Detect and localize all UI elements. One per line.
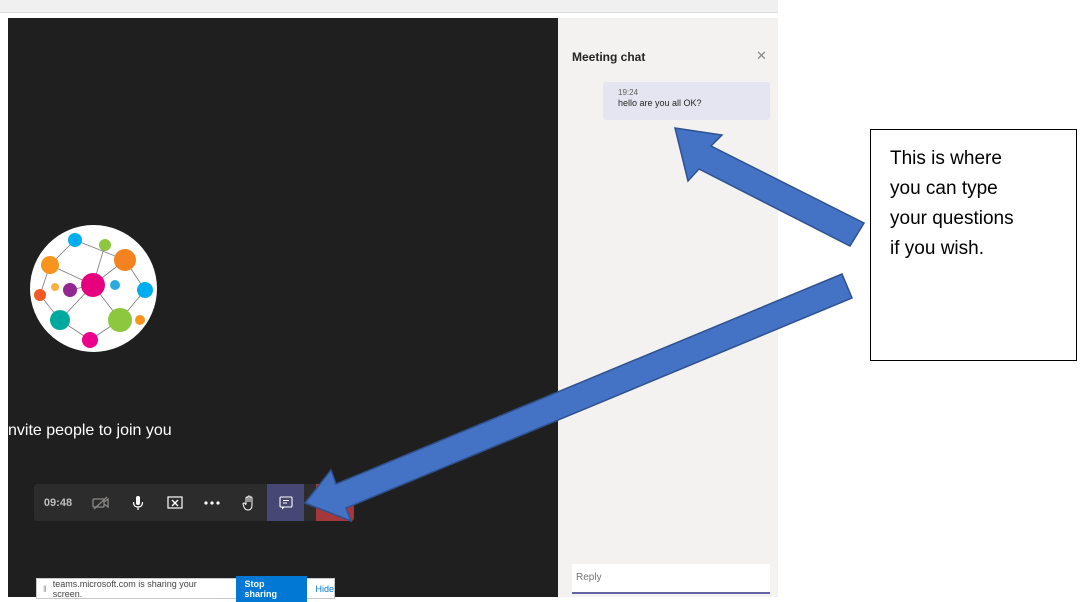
reply-input[interactable] <box>572 564 756 590</box>
chat-title: Meeting chat <box>572 50 646 64</box>
hide-link[interactable]: Hide <box>315 584 334 594</box>
raise-hand-icon <box>241 494 252 511</box>
chat-message: 19:24 hello are you all OK? <box>603 82 770 120</box>
more-actions-button[interactable] <box>193 484 230 521</box>
hang-up-icon <box>327 500 343 506</box>
share-message: teams.microsoft.com is sharing your scre… <box>52 578 197 599</box>
stop-share-button[interactable] <box>156 484 193 521</box>
more-icon <box>203 500 220 505</box>
callout-line: This is where <box>890 148 1002 169</box>
call-timer: 09:48 <box>43 496 73 509</box>
browser-strip <box>0 0 778 13</box>
share-screen-icon <box>166 495 183 509</box>
meeting-chat-panel: Meeting chat ✕ 19:24 hello are you all O… <box>558 18 778 597</box>
close-icon[interactable]: ✕ <box>756 48 767 64</box>
callout-text: This is where you can type your question… <box>890 144 1070 264</box>
camera-off-icon <box>91 496 109 509</box>
stop-sharing-button[interactable]: Stop sharing <box>235 575 308 602</box>
chat-button[interactable] <box>267 484 304 521</box>
screen-share-bar: ‖ teams.microsoft.com is sharing your sc… <box>36 575 335 602</box>
message-time: 19:24 <box>618 88 639 97</box>
instruction-callout: This is where you can type your question… <box>870 129 1077 361</box>
chat-icon <box>278 495 293 509</box>
callout-line: you can type <box>890 178 998 199</box>
invite-people-text[interactable]: nvite people to join you <box>8 422 172 440</box>
camera-toggle-button[interactable] <box>82 484 119 521</box>
hang-up-button[interactable] <box>316 484 354 521</box>
callout-line: your questions <box>890 208 1014 229</box>
network-logo-icon <box>34 233 153 348</box>
microphone-icon <box>132 495 143 510</box>
drag-handle-icon[interactable]: ‖ <box>43 584 47 594</box>
microphone-button[interactable] <box>119 484 156 521</box>
reply-box[interactable] <box>572 564 770 594</box>
meeting-stage: nvite people to join you 09:48 <box>8 18 558 597</box>
raise-hand-button[interactable] <box>230 484 267 521</box>
callout-line: if you wish. <box>890 238 984 259</box>
call-toolbar: 09:48 <box>34 484 354 521</box>
group-avatar <box>30 225 157 352</box>
message-text: hello are you all OK? <box>618 98 702 108</box>
